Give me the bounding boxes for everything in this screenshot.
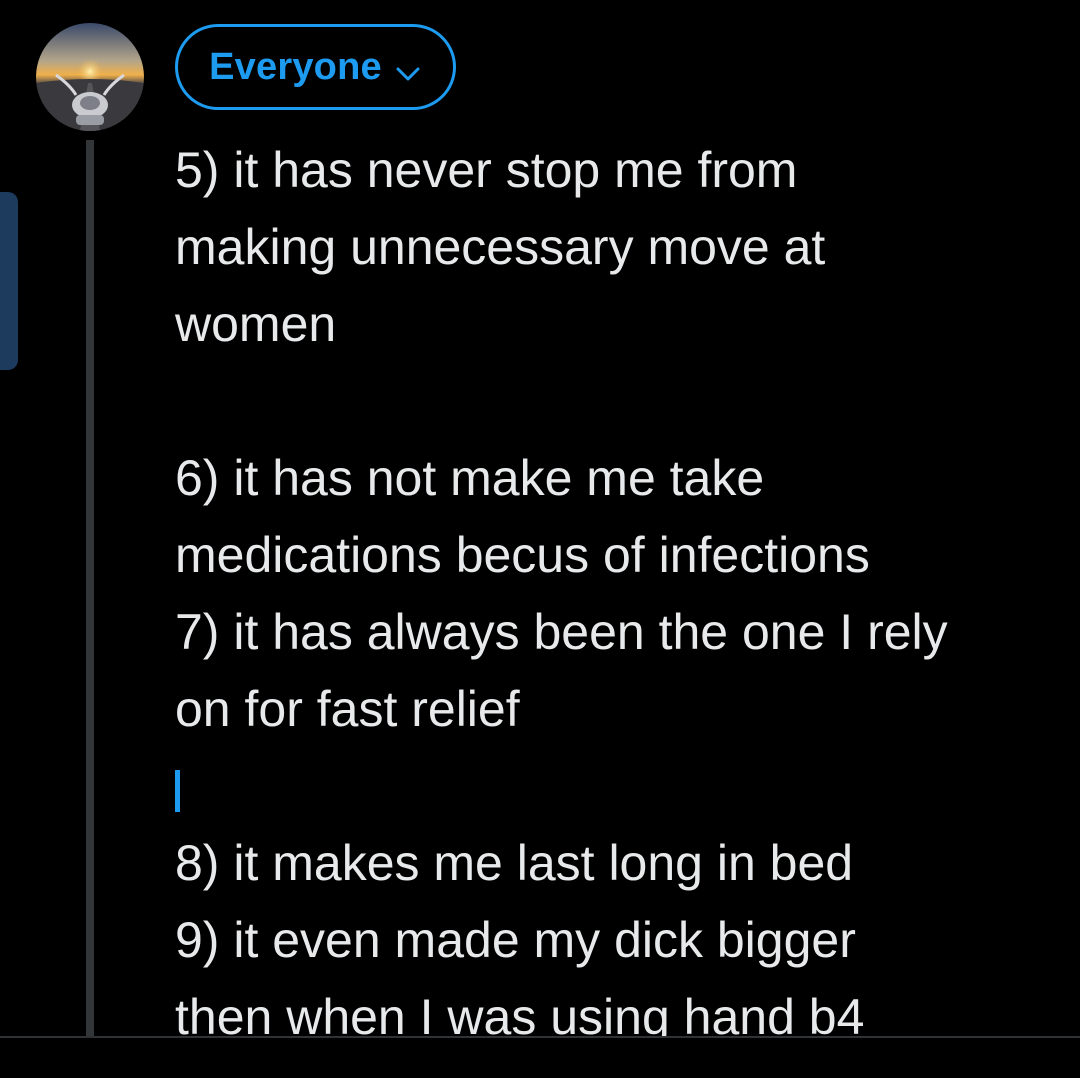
thread-connector-line (86, 140, 94, 1038)
text-cursor (175, 770, 180, 812)
text-line: making unnecessary move at (175, 219, 826, 275)
text-line: 8) it makes me last long in bed (175, 835, 854, 891)
audience-selector-button[interactable]: Everyone (175, 24, 456, 110)
motorcycle-sunset-avatar-icon (36, 23, 144, 131)
chevron-down-icon (394, 55, 422, 83)
avatar[interactable] (36, 23, 144, 131)
caret-line (175, 748, 1055, 825)
audience-label: Everyone (209, 45, 382, 88)
text-line: 7) it has always been the one I rely (175, 604, 948, 660)
text-line: 6) it has not make me take (175, 450, 765, 506)
compose-toolbar (0, 1038, 1080, 1078)
text-line: 5) it has never stop me from (175, 142, 798, 198)
text-line: medications becus of infections (175, 527, 870, 583)
text-line: women (175, 296, 337, 352)
text-line: 9) it even made my dick bigger (175, 912, 856, 968)
side-scroll-handle[interactable] (0, 192, 18, 370)
text-line: on for fast relief (175, 681, 520, 737)
compose-text-area[interactable]: 5) it has never stop me from making unne… (175, 132, 1055, 1056)
